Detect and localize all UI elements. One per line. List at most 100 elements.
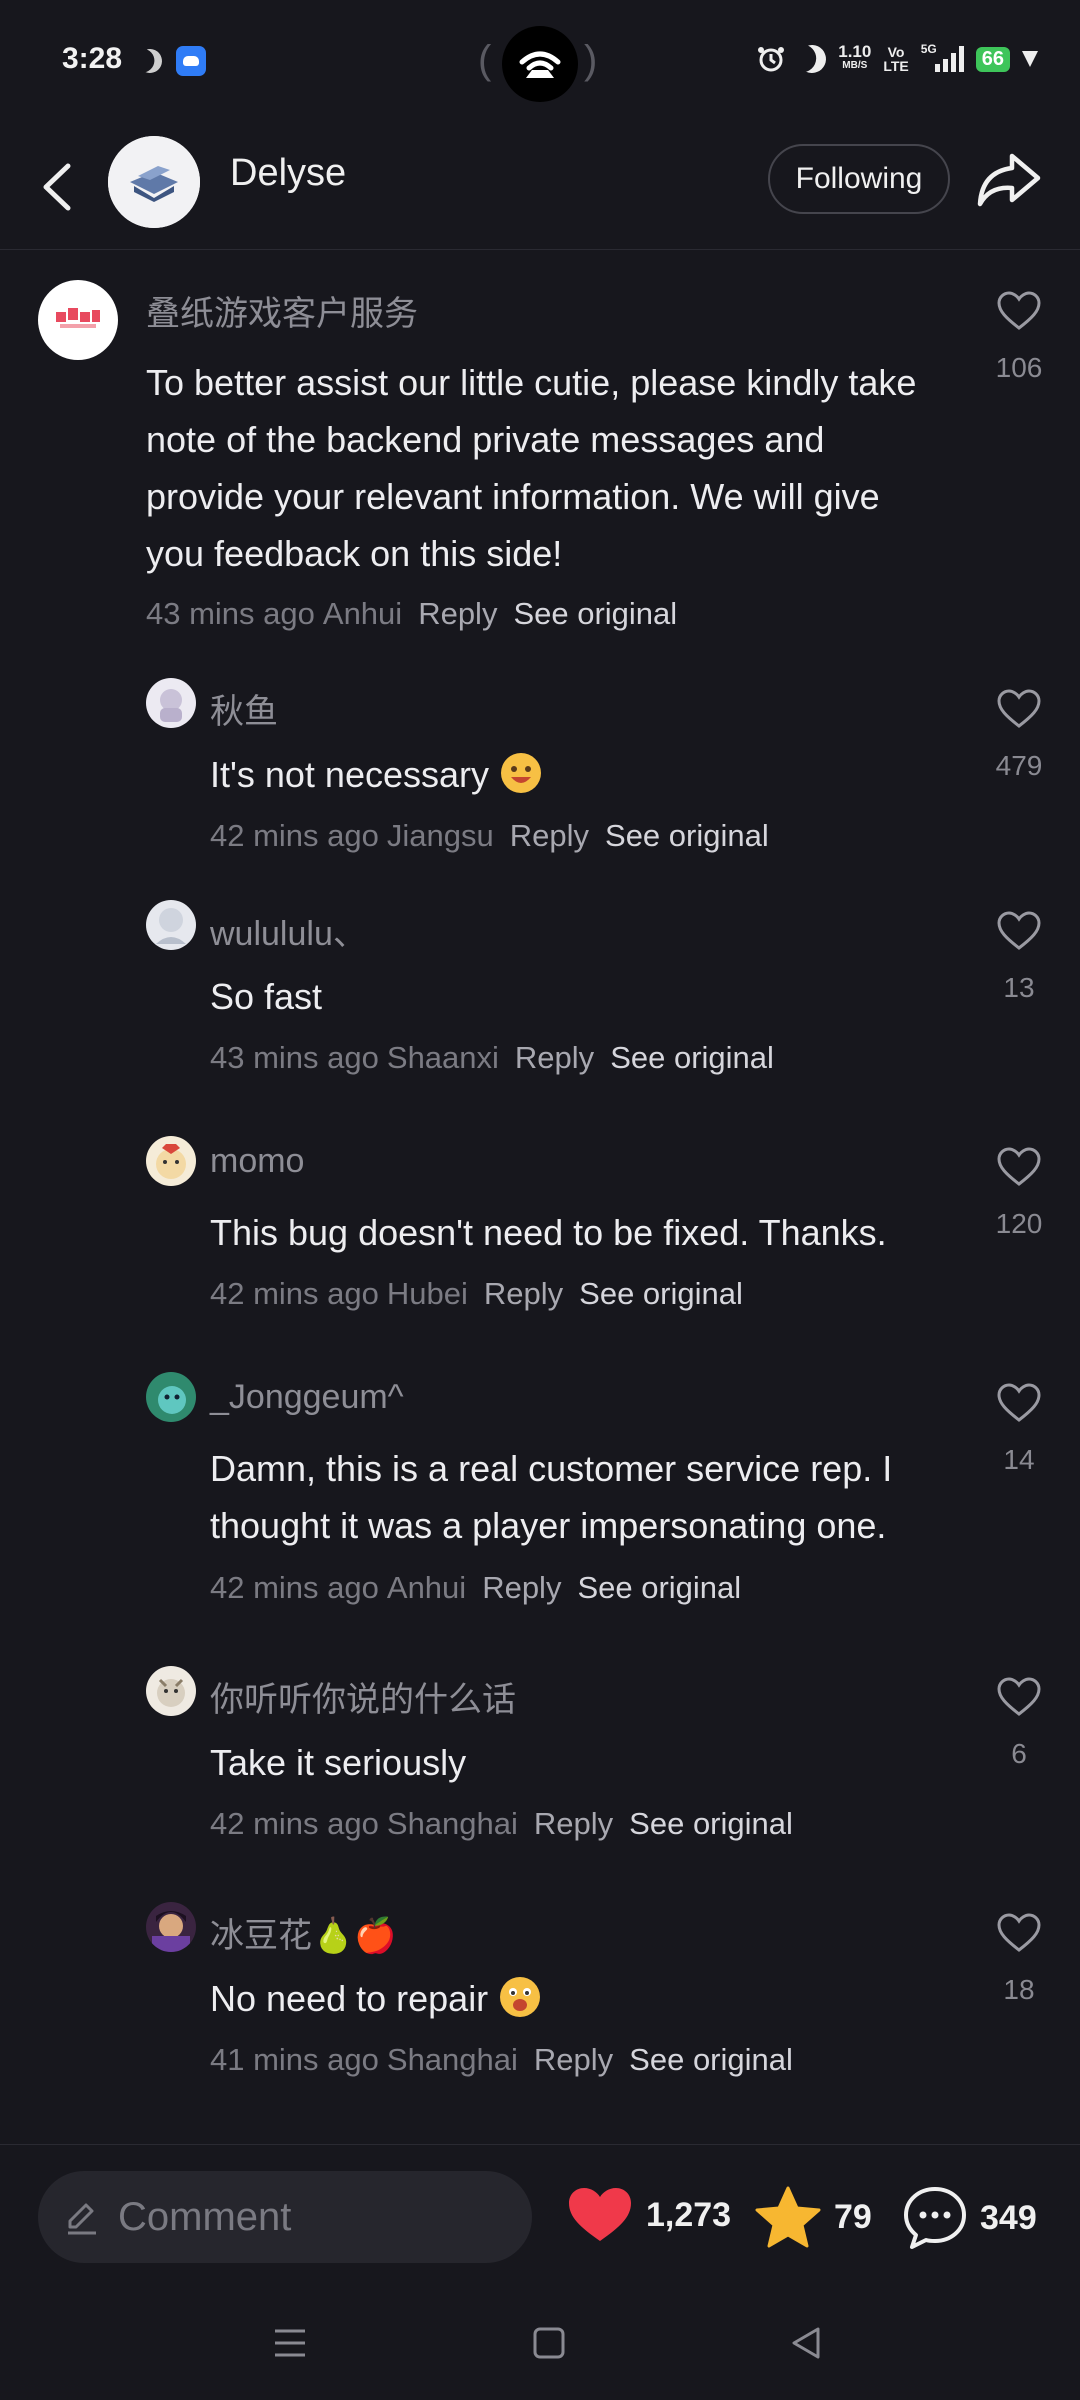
comment-reply-item: _Jonggeum^ Damn, this is a real customer… <box>0 1372 1080 1612</box>
comment-reply-item: 冰豆花🍐🍎 No need to repair 41 mins ago Shan… <box>0 1902 1080 2082</box>
like-count: 120 <box>995 1208 1043 1239</box>
comment-item: 叠纸游戏客户服务 To better assist our little cut… <box>0 280 1080 640</box>
like-button[interactable]: 1,273 <box>566 2185 731 2245</box>
comment-placeholder: Comment <box>118 2194 292 2239</box>
avatar[interactable] <box>146 1666 196 1716</box>
home-icon[interactable] <box>531 2325 567 2361</box>
moon-icon <box>135 46 166 77</box>
see-original-button[interactable]: See original <box>605 818 769 854</box>
comment-meta: 43 mins ago Shaanxi Reply See original <box>210 1040 774 1076</box>
see-original-button[interactable]: See original <box>579 1276 743 1312</box>
comment-meta: 43 mins ago Anhui Reply See original <box>146 596 678 632</box>
see-original-button[interactable]: See original <box>629 1806 793 1842</box>
pear-apple-emoji: 🍐🍎 <box>312 1916 397 1956</box>
see-original-button[interactable]: See original <box>577 1570 741 1606</box>
reply-button[interactable]: Reply <box>534 2042 613 2078</box>
laughing-face-emoji-icon <box>501 753 541 793</box>
net-speed: 1.10 MB/S <box>838 42 872 71</box>
reply-button[interactable]: Reply <box>484 1276 563 1312</box>
menu-icon[interactable] <box>272 2325 308 2361</box>
avatar[interactable] <box>146 900 196 950</box>
like-count: 479 <box>995 750 1043 781</box>
back-button[interactable] <box>30 152 90 222</box>
see-original-button[interactable]: See original <box>610 1040 774 1076</box>
chevron-left-icon <box>43 163 71 211</box>
comment-reply-item: 你听听你说的什么话 Take it seriously 42 mins ago … <box>0 1666 1080 1846</box>
alarm-icon <box>758 47 785 72</box>
system-nav-bar <box>0 2295 1080 2400</box>
see-original-button[interactable]: See original <box>513 596 677 632</box>
following-button[interactable]: Following <box>768 144 950 214</box>
like-count-total: 1,273 <box>646 2195 732 2234</box>
battery-indicator: 66 <box>975 46 1010 72</box>
heart-icon[interactable] <box>996 290 1042 332</box>
avatar[interactable] <box>146 678 196 728</box>
avatar[interactable] <box>146 1136 196 1186</box>
back-triangle-icon[interactable] <box>788 2325 824 2361</box>
page-title: Delyse <box>230 152 347 194</box>
comment-text: Damn, this is a real customer service re… <box>210 1448 893 1546</box>
comment-username[interactable]: 冰豆花🍐🍎 <box>210 1908 397 1957</box>
comment-meta: 42 mins ago Hubei Reply See original <box>210 1276 743 1312</box>
comment-text: To better assist our little cutie, pleas… <box>146 362 917 574</box>
comment-text: So fast <box>210 976 323 1017</box>
status-time: 3:28 <box>62 42 123 75</box>
like-count: 106 <box>995 352 1043 383</box>
heart-icon[interactable] <box>996 1676 1042 1718</box>
comment-meta: 41 mins ago Shanghai Reply See original <box>210 2042 793 2078</box>
bottom-action-bar: Comment 1,273 79 349 <box>0 2144 1080 2400</box>
status-bar: 3:28 ( ) 1.10 MB/S Vo LTE 5G 66 <box>0 0 1080 126</box>
favorite-button[interactable]: 79 <box>754 2185 872 2249</box>
heart-icon[interactable] <box>996 1382 1042 1424</box>
comment-username[interactable]: 秋鱼 <box>210 684 278 733</box>
reply-button[interactable]: Reply <box>515 1040 594 1076</box>
hotspot-indicator: ( ) <box>478 26 602 102</box>
header: Delyse Following <box>0 126 1080 250</box>
comment-username[interactable]: 你听听你说的什么话 <box>210 1672 516 1721</box>
comment-username[interactable]: momo <box>210 1142 304 1181</box>
heart-filled-icon <box>569 2188 631 2241</box>
comment-username[interactable]: _Jonggeum^ <box>210 1378 404 1417</box>
star-icon <box>755 2186 821 2248</box>
comment-username[interactable]: wulululu、 <box>210 906 367 955</box>
reply-button[interactable]: Reply <box>534 1806 613 1842</box>
comment-input[interactable]: Comment <box>38 2171 532 2263</box>
share-button[interactable] <box>972 148 1044 212</box>
comment-text: Take it seriously <box>210 1742 467 1783</box>
like-count: 13 <box>1003 972 1035 1003</box>
comments-button[interactable]: 349 <box>902 2185 1037 2251</box>
do-not-disturb-icon <box>794 41 830 77</box>
comment-meta: 42 mins ago Anhui Reply See original <box>210 1570 742 1606</box>
star-count: 79 <box>834 2197 872 2236</box>
comment-reply-item: momo This bug doesn't need to be fixed. … <box>0 1136 1080 1316</box>
comment-reply-item: 秋鱼 It's not necessary 42 mins ago Jiangs… <box>0 678 1080 858</box>
avatar[interactable] <box>146 1372 196 1422</box>
comment-reply-item: wulululu、 So fast 43 mins ago Shaanxi Re… <box>0 900 1080 1080</box>
comment-username[interactable]: 叠纸游戏客户服务 <box>146 286 418 335</box>
heart-icon[interactable] <box>996 688 1042 730</box>
like-count: 14 <box>1003 1444 1035 1475</box>
pencil-icon <box>68 2203 96 2235</box>
like-count: 18 <box>1003 1974 1035 2005</box>
comment-text: This bug doesn't need to be fixed. Thank… <box>210 1212 887 1253</box>
heart-icon[interactable] <box>996 1912 1042 1954</box>
comment-text: No need to repair <box>210 1970 930 2027</box>
reply-button[interactable]: Reply <box>418 596 497 632</box>
comment-count: 349 <box>980 2198 1037 2237</box>
see-original-button[interactable]: See original <box>629 2042 793 2078</box>
smiling-face-emoji-icon <box>500 1977 541 2017</box>
charging-icon <box>1022 51 1038 67</box>
comment-meta: 42 mins ago Jiangsu Reply See original <box>210 818 769 854</box>
reply-button[interactable]: Reply <box>482 1570 561 1606</box>
chat-bubble-icon <box>904 2187 966 2249</box>
avatar[interactable] <box>146 1902 196 1952</box>
avatar[interactable] <box>108 136 200 228</box>
heart-icon[interactable] <box>996 1146 1042 1188</box>
reply-button[interactable]: Reply <box>510 818 589 854</box>
app-notification-icon <box>176 46 206 76</box>
share-icon <box>977 153 1041 207</box>
avatar[interactable] <box>38 280 118 360</box>
like-count: 6 <box>1011 1738 1027 1769</box>
heart-icon[interactable] <box>996 910 1042 952</box>
volte-indicator: Vo LTE <box>883 44 909 74</box>
